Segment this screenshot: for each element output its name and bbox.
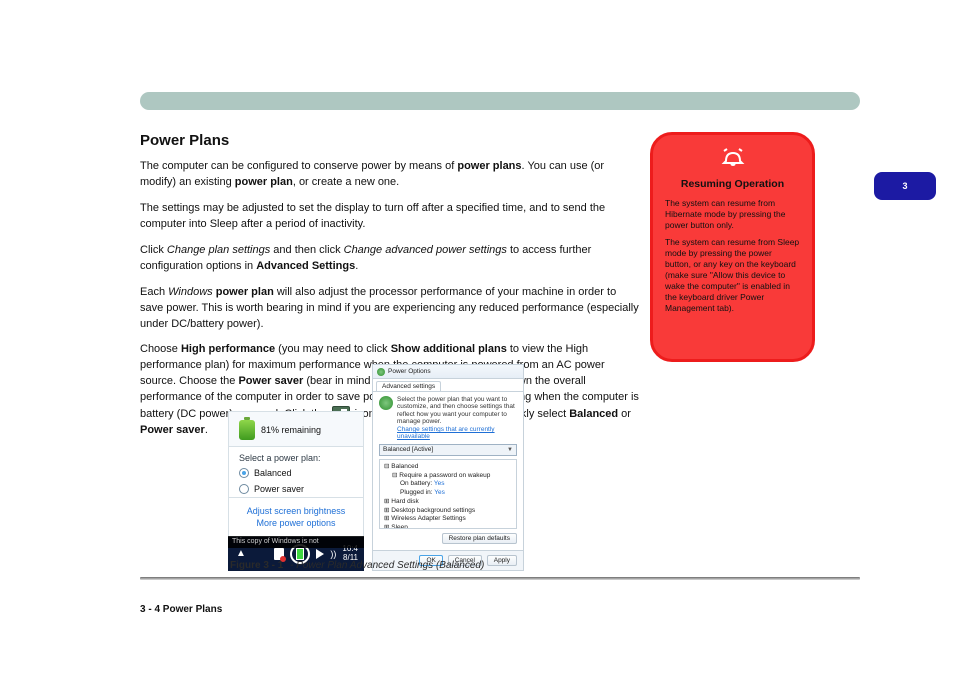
page-number: 3 - 4 Power Plans — [140, 604, 222, 615]
plan-combobox[interactable]: Balanced [Active] ▼ — [379, 444, 517, 456]
radio-balanced[interactable]: Balanced — [228, 465, 364, 481]
battery-remaining-label: 81% remaining — [261, 425, 321, 435]
volume-icon[interactable] — [316, 549, 324, 559]
dialog-description: Select the power plan that you want to c… — [397, 396, 515, 425]
tab-advanced-settings[interactable]: Advanced settings — [376, 381, 441, 391]
link-more-power-options[interactable]: More power options — [237, 518, 355, 528]
battery-small-icon — [296, 548, 304, 560]
paragraph-2: The settings may be adjusted to set the … — [140, 201, 640, 233]
radio-icon — [239, 468, 249, 478]
warning-title: Resuming Operation — [665, 178, 800, 190]
battery-popup-screenshot: 81% remaining Select a power plan: Balan… — [228, 411, 364, 571]
link-adjust-brightness[interactable]: Adjust screen brightness — [237, 506, 355, 516]
radio-power-saver[interactable]: Power saver — [228, 481, 364, 497]
section-side-tab: 3 — [874, 172, 936, 200]
warning-p2: The system can resume from Sleep mode by… — [665, 237, 800, 314]
action-center-icon[interactable] — [274, 548, 284, 560]
power-options-dialog-screenshot: Power Options Advanced settings Select t… — [372, 364, 524, 571]
radio-icon — [239, 484, 249, 494]
watermark-strip: This copy of Windows is not — [228, 536, 364, 548]
page-title: Power Plans — [140, 132, 640, 149]
battery-icon — [239, 420, 255, 440]
paragraph-3: Click Change plan settings and then clic… — [140, 243, 640, 275]
restore-defaults-button[interactable]: Restore plan defaults — [442, 533, 517, 544]
power-options-icon — [377, 368, 385, 376]
select-plan-label: Select a power plan: — [228, 447, 364, 465]
warning-callout: Resuming Operation The system can resume… — [650, 132, 815, 362]
dialog-titlebar: Power Options — [373, 365, 523, 379]
tray-overflow-icon[interactable]: ▲ — [236, 548, 246, 559]
figure-row: 81% remaining Select a power plan: Balan… — [228, 364, 524, 571]
radio-balanced-label: Balanced — [254, 468, 292, 478]
dialog-title: Power Options — [388, 368, 431, 375]
alarm-bell-icon — [721, 147, 745, 167]
paragraph-1: The computer can be configured to conser… — [140, 159, 640, 191]
link-change-unavailable[interactable]: Change settings that are currently unava… — [397, 426, 517, 441]
warning-p1: The system can resume from Hibernate mod… — [665, 198, 800, 231]
chevron-down-icon: ▼ — [507, 447, 513, 453]
paragraph-4: Each Windows power plan will also adjust… — [140, 285, 640, 333]
radio-saver-label: Power saver — [254, 484, 304, 494]
page-divider — [140, 577, 860, 580]
plan-combobox-value: Balanced [Active] — [383, 446, 433, 453]
section-header-bar — [140, 92, 860, 110]
figure-caption: Figure 3 - 1 - Power Plan Advanced Setti… — [140, 560, 860, 571]
settings-tree[interactable]: ⊟ Balanced ⊟ Require a password on wakeu… — [379, 459, 517, 529]
power-plan-icon — [379, 396, 393, 410]
volume-waves-icon: )) — [330, 549, 336, 559]
